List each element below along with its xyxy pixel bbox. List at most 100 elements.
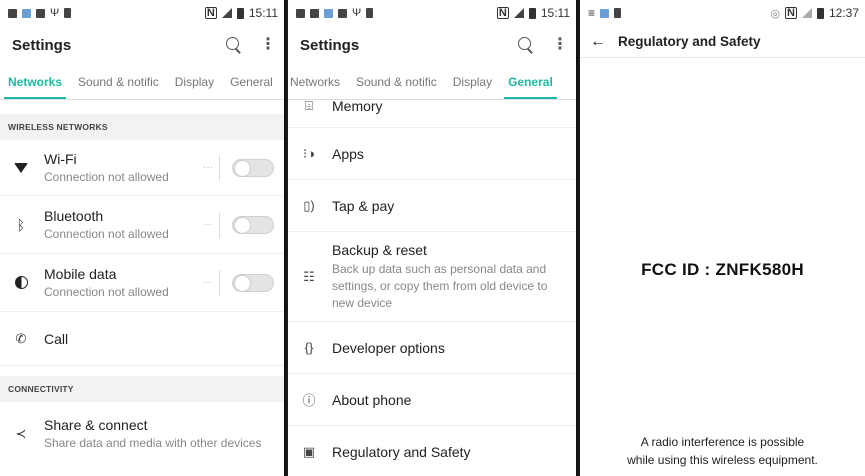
bluetooth-label: Bluetooth [44, 207, 104, 224]
more-options-icon[interactable]: ⋮ [260, 37, 276, 53]
developer-icon: {} [304, 340, 314, 355]
back-arrow-icon[interactable]: ← [590, 33, 606, 51]
tab-sound[interactable]: Sound & notific [74, 75, 163, 99]
tab-sound[interactable]: Sound & notific [352, 75, 441, 99]
page-title: Regulatory and Safety [618, 34, 761, 49]
tab-general[interactable]: General [504, 75, 557, 99]
divider [219, 269, 220, 296]
app-bar: Settings ⋮ [0, 26, 284, 64]
regulatory-row[interactable]: ▣ Regulatory and Safety [288, 426, 576, 476]
tap-pay-icon: ▯) [303, 197, 315, 213]
apps-icon: ⁝◑ [303, 145, 315, 161]
status-time: 15:11 [248, 6, 278, 20]
app-bar: Settings ⋮ [288, 26, 576, 64]
more-options-icon[interactable]: ⋮ [552, 37, 568, 53]
battery-icon [236, 7, 244, 19]
wifi-status: Connection not allowed [44, 169, 169, 184]
notification-icon [296, 8, 305, 18]
status-bar: ≡ ◎ N 12:37 [580, 0, 865, 26]
settings-networks-panel: Ψ N 15:11 Settings ⋮ Networks Sound & no… [0, 0, 286, 476]
more-icon: ··· [203, 162, 213, 173]
app-icon [310, 8, 319, 18]
signal-icon [221, 8, 232, 18]
page-title: Settings [12, 36, 72, 54]
alarm-icon: ◎ [770, 7, 781, 20]
mobile-data-row[interactable]: Mobile data Connection not allowed ··· [0, 254, 284, 312]
wifi-toggle[interactable] [232, 158, 274, 177]
search-icon[interactable] [518, 37, 534, 53]
call-label: Call [44, 330, 69, 347]
about-phone-row[interactable]: ⓘ About phone [288, 374, 576, 426]
nfc-icon: N [496, 7, 509, 19]
gallery-icon [324, 8, 333, 18]
more-icon: ··· [203, 277, 213, 288]
gallery-icon [600, 8, 610, 18]
bluetooth-status: Connection not allowed [44, 226, 169, 241]
memory-icon: ⌹ [305, 98, 313, 113]
settings-general-panel: Ψ N 15:11 Settings ⋮ Networks Sound & no… [288, 0, 578, 476]
section-header-connectivity: CONNECTIVITY [0, 376, 284, 402]
developer-options-row[interactable]: {} Developer options [288, 322, 576, 374]
usb-icon: Ψ [50, 7, 60, 19]
backup-description: Back up data such as personal data and s… [332, 261, 548, 310]
tab-display[interactable]: Display [171, 75, 218, 99]
tab-networks[interactable]: Networks [290, 75, 344, 99]
bluetooth-row[interactable]: ᛒ Bluetooth Connection not allowed ··· [0, 196, 284, 254]
tap-pay-label: Tap & pay [332, 197, 395, 214]
section-header-wireless: WIRELESS NETWORKS [0, 114, 284, 140]
app-icon [36, 8, 45, 18]
sd-icon [64, 8, 72, 18]
interference-note: A radio interference is possible while u… [580, 433, 865, 469]
backup-label: Backup & reset [332, 241, 427, 258]
app-icon [338, 8, 347, 18]
wifi-icon [14, 162, 28, 173]
nfc-icon: N [204, 7, 217, 19]
status-bar: Ψ N 15:11 [288, 0, 576, 26]
app-bar: ← Regulatory and Safety [580, 26, 865, 58]
apps-label: Apps [332, 145, 364, 162]
settings-tabs: Networks Sound & notific Display General [0, 64, 284, 100]
memory-row[interactable]: ⌹ Memory [288, 94, 576, 128]
tap-pay-row[interactable]: ▯) Tap & pay [288, 180, 576, 232]
notification-icon [8, 8, 17, 18]
mobile-data-icon [14, 276, 28, 289]
mobile-data-status: Connection not allowed [44, 284, 169, 299]
status-bar: Ψ N 15:11 [0, 0, 284, 26]
page-title: Settings [300, 36, 360, 54]
tab-networks[interactable]: Networks [4, 75, 67, 99]
note-line-1: A radio interference is possible [640, 435, 805, 449]
more-icon: ··· [203, 219, 213, 230]
tab-general[interactable]: General [226, 75, 277, 99]
mobile-data-label: Mobile data [44, 265, 117, 282]
backup-icon: ☷ [303, 268, 315, 284]
bluetooth-icon: ᛒ [16, 216, 26, 233]
info-icon: ⓘ [302, 393, 316, 408]
memory-label: Memory [332, 98, 383, 114]
settings-tabs: Networks Sound & notific Display General [288, 64, 576, 100]
backup-reset-row[interactable]: ☷ Backup & reset Back up data such as pe… [288, 232, 576, 322]
signal-icon [513, 8, 524, 18]
status-time: 15:11 [540, 6, 570, 20]
menu-icon: ≡ [588, 6, 596, 20]
sd-icon [614, 8, 622, 18]
share-connect-row[interactable]: ≺ Share & connect Share data and media w… [0, 402, 284, 466]
fcc-id-label: FCC ID : ZNFK580H [641, 260, 804, 279]
tab-display[interactable]: Display [449, 75, 496, 99]
divider [219, 211, 220, 238]
status-time: 12:37 [828, 6, 859, 20]
note-line-2: while using this wireless equipment. [627, 453, 818, 467]
sd-icon [366, 8, 374, 18]
share-icon: ≺ [15, 426, 27, 441]
bluetooth-toggle[interactable] [232, 215, 274, 234]
phone-icon: ✆ [15, 330, 27, 346]
mobile-data-toggle[interactable] [232, 273, 274, 292]
regulatory-label: Regulatory and Safety [332, 444, 471, 460]
gallery-icon [22, 8, 31, 18]
wifi-row[interactable]: Wi-Fi Connection not allowed ··· [0, 140, 284, 196]
battery-icon [816, 7, 824, 19]
search-icon[interactable] [226, 37, 242, 53]
battery-icon [528, 7, 536, 19]
divider [219, 154, 220, 181]
call-row[interactable]: ✆ Call [0, 312, 284, 366]
apps-row[interactable]: ⁝◑ Apps [288, 128, 576, 180]
